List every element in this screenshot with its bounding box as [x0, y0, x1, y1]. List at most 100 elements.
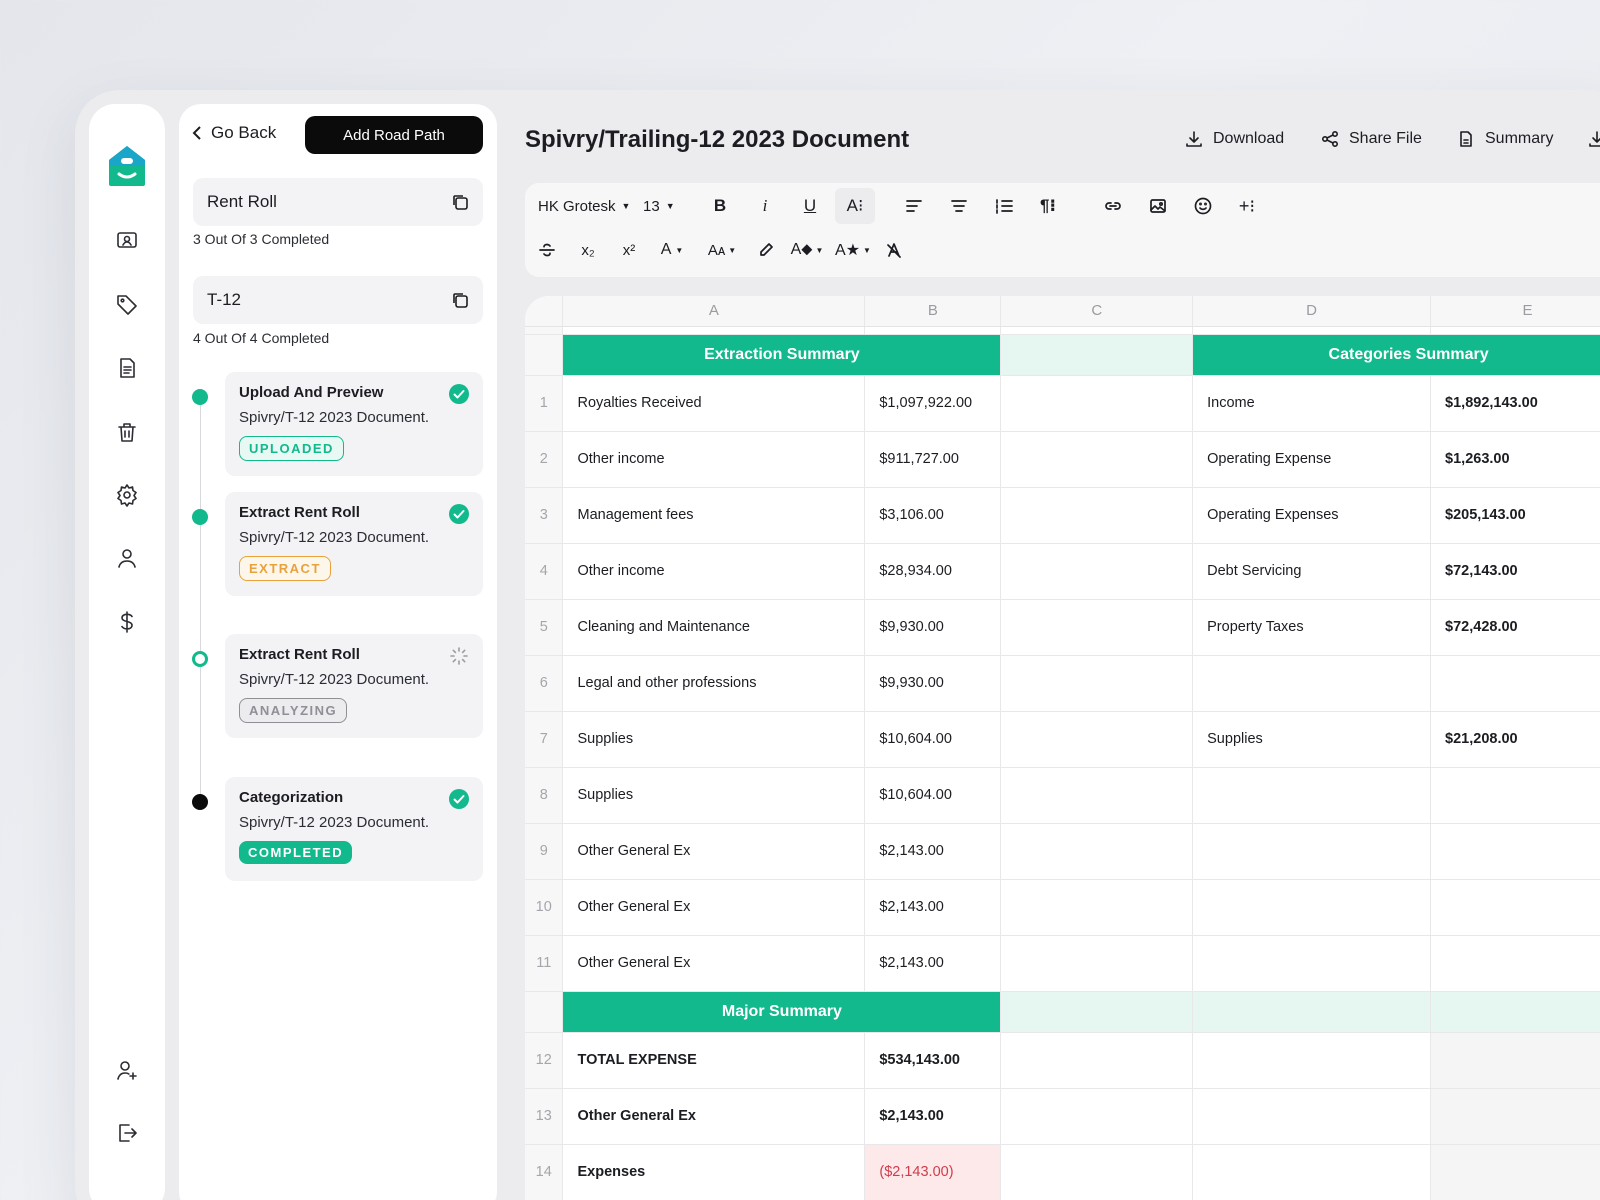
- cell-description[interactable]: Other income: [562, 543, 866, 600]
- cell[interactable]: [1000, 711, 1194, 768]
- cell[interactable]: [1192, 1088, 1432, 1145]
- cell-category[interactable]: [1192, 823, 1432, 880]
- column-header[interactable]: A: [562, 296, 866, 327]
- cell[interactable]: [1430, 1144, 1600, 1200]
- cell-amount[interactable]: $10,604.00: [864, 767, 1002, 824]
- column-header[interactable]: B: [864, 296, 1002, 327]
- cell-description[interactable]: Cleaning and Maintenance: [562, 599, 866, 656]
- step-categorization[interactable]: Categorization Spivry/T-12 2023 Document…: [225, 777, 483, 881]
- cell-category[interactable]: [1192, 935, 1432, 992]
- fill-color-button[interactable]: A⬥ ▼: [789, 235, 825, 265]
- cell[interactable]: [1000, 1088, 1194, 1145]
- cell-amount[interactable]: $2,143.00: [864, 823, 1002, 880]
- cell-category-amount[interactable]: $72,428.00: [1430, 599, 1600, 656]
- group-rent-roll[interactable]: Rent Roll: [193, 178, 483, 226]
- cell-category[interactable]: Property Taxes: [1192, 599, 1432, 656]
- cell-amount[interactable]: $2,143.00: [864, 879, 1002, 936]
- cell-category[interactable]: Debt Servicing: [1192, 543, 1432, 600]
- cell-category[interactable]: [1192, 767, 1432, 824]
- copy-icon[interactable]: [451, 291, 469, 309]
- cell-category-amount[interactable]: $205,143.00: [1430, 487, 1600, 544]
- download-button[interactable]: Download: [1185, 130, 1284, 148]
- cell-description[interactable]: Royalties Received: [562, 375, 866, 432]
- cell-description[interactable]: Management fees: [562, 487, 866, 544]
- cell-amount[interactable]: $9,930.00: [864, 599, 1002, 656]
- step-extract-rent-roll[interactable]: Extract Rent Roll Spivry/T-12 2023 Docum…: [225, 492, 483, 596]
- paragraph-button[interactable]: ¶⁝: [1033, 191, 1063, 221]
- cell[interactable]: [1000, 1032, 1194, 1089]
- trash-icon[interactable]: [113, 418, 141, 446]
- user-icon[interactable]: [113, 544, 141, 572]
- numbered-list-button[interactable]: [989, 191, 1019, 221]
- cell-description[interactable]: Other General Ex: [562, 935, 866, 992]
- cell[interactable]: [1192, 1144, 1432, 1200]
- insert-link-button[interactable]: [1098, 191, 1128, 221]
- cell-amount[interactable]: $2,143.00: [864, 935, 1002, 992]
- cell[interactable]: [1000, 431, 1194, 488]
- add-user-icon[interactable]: [113, 1056, 141, 1084]
- cell-description[interactable]: Other General Ex: [562, 879, 866, 936]
- cell[interactable]: [1000, 767, 1194, 824]
- column-header[interactable]: E: [1430, 296, 1600, 327]
- logout-icon[interactable]: [113, 1119, 141, 1147]
- cell[interactable]: [1192, 991, 1432, 1033]
- document-icon[interactable]: [113, 354, 141, 382]
- cell[interactable]: [1430, 991, 1600, 1033]
- cell[interactable]: [1000, 599, 1194, 656]
- bold-button[interactable]: B: [705, 191, 735, 221]
- cell[interactable]: [1430, 1088, 1600, 1145]
- insert-emoji-button[interactable]: [1188, 191, 1218, 221]
- cell-category[interactable]: Supplies: [1192, 711, 1432, 768]
- cell[interactable]: [1000, 487, 1194, 544]
- cell[interactable]: [1192, 1032, 1432, 1089]
- cell[interactable]: [1000, 375, 1194, 432]
- cell-category[interactable]: Operating Expense: [1192, 431, 1432, 488]
- cell-category[interactable]: [1192, 879, 1432, 936]
- cell-category[interactable]: [1192, 655, 1432, 712]
- cell[interactable]: [1000, 991, 1194, 1033]
- share-file-button[interactable]: Share File: [1321, 130, 1422, 148]
- strikethrough-button[interactable]: [534, 235, 560, 265]
- add-road-path-button[interactable]: Add Road Path: [305, 116, 483, 154]
- copy-icon[interactable]: [451, 193, 469, 211]
- clear-formatting-button[interactable]: [881, 235, 907, 265]
- cell-category-amount[interactable]: [1430, 767, 1600, 824]
- cell-amount[interactable]: $534,143.00: [864, 1032, 1002, 1089]
- font-color-button[interactable]: A ▼: [655, 235, 689, 265]
- settings-gear-icon[interactable]: [113, 481, 141, 509]
- cell-category-amount[interactable]: [1430, 823, 1600, 880]
- subscript-button[interactable]: x₂: [573, 235, 603, 265]
- align-left-button[interactable]: [899, 191, 929, 221]
- summary-button[interactable]: Summary: [1457, 130, 1553, 148]
- cell-amount[interactable]: $1,097,922.00: [864, 375, 1002, 432]
- go-back-link[interactable]: Go Back: [191, 118, 276, 148]
- step-extract-rent-roll-analyzing[interactable]: Extract Rent Roll Spivry/T-12 2023 Docum…: [225, 634, 483, 738]
- cell-amount[interactable]: $28,934.00: [864, 543, 1002, 600]
- app-logo-icon[interactable]: [107, 144, 147, 188]
- cell-amount[interactable]: ($2,143.00): [864, 1144, 1002, 1200]
- font-family-select[interactable]: HK Grotesk ▼: [538, 191, 630, 221]
- tag-icon[interactable]: [113, 290, 141, 318]
- highlight-pen-button[interactable]: [753, 235, 779, 265]
- cell-category[interactable]: Income: [1192, 375, 1432, 432]
- cell-category-amount[interactable]: [1430, 655, 1600, 712]
- group-t12[interactable]: T-12: [193, 276, 483, 324]
- cell[interactable]: [1430, 1032, 1600, 1089]
- cell[interactable]: [1000, 543, 1194, 600]
- text-style-button[interactable]: A⁝: [835, 188, 875, 224]
- more-download-button[interactable]: [1588, 130, 1600, 148]
- cell-description[interactable]: TOTAL EXPENSE: [562, 1032, 866, 1089]
- cell-amount[interactable]: $9,930.00: [864, 655, 1002, 712]
- cell-description[interactable]: Supplies: [562, 711, 866, 768]
- font-size-select[interactable]: 13 ▼: [643, 191, 675, 221]
- cell-category-amount[interactable]: [1430, 879, 1600, 936]
- cell-category-amount[interactable]: $1,263.00: [1430, 431, 1600, 488]
- superscript-button[interactable]: x²: [614, 235, 644, 265]
- text-effect-button[interactable]: A★ ▼: [835, 235, 871, 265]
- cell[interactable]: [1000, 935, 1194, 992]
- insert-more-button[interactable]: +⁝: [1232, 191, 1262, 221]
- column-header[interactable]: D: [1192, 296, 1432, 327]
- cell-category-amount[interactable]: $21,208.00: [1430, 711, 1600, 768]
- contact-card-icon[interactable]: [113, 226, 141, 254]
- cell-category-amount[interactable]: [1430, 935, 1600, 992]
